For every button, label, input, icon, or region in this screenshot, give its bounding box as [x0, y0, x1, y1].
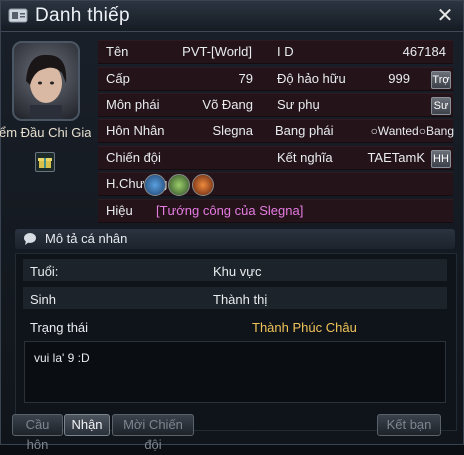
row-badges: H.Chương — [98, 172, 453, 196]
region-label: Khu vực — [213, 264, 262, 279]
avatar[interactable] — [12, 41, 80, 121]
marriage-label: Hôn Nhân — [106, 123, 165, 138]
team-label: Chiến đội — [106, 150, 161, 165]
friendship-label: Độ hảo hữu — [277, 71, 346, 86]
id-value: 467184 — [402, 44, 446, 59]
brother-label: Kết nghĩa — [277, 150, 333, 165]
title-label: Hiệu — [106, 203, 133, 218]
name-label: Tên — [106, 44, 129, 59]
description-title: Mô tả cá nhân — [45, 231, 128, 246]
name-value: PVT-[World] — [182, 44, 252, 59]
row-sect-master: Môn phái Võ Đang Sư phụ Sư — [98, 93, 453, 117]
brother-button[interactable]: HH — [431, 150, 451, 168]
badge-icon-green[interactable] — [168, 174, 190, 196]
sect-label: Môn phái — [106, 97, 160, 112]
business-card-window: Danh thiếp ✕ ểm Đầu Chi Giao Tên PVT-[Wo… — [0, 0, 464, 452]
age-label: Tuổi: — [30, 264, 59, 279]
badge-icon-blue[interactable] — [144, 174, 166, 196]
row-marriage-guild: Hôn Nhân Slegna Bang phái ○Wanted○Bang — [98, 119, 454, 143]
character-name: ểm Đầu Chi Giao — [0, 125, 91, 140]
add-friend-button[interactable]: Kết bạn — [377, 414, 441, 436]
birth-label: Sinh — [30, 292, 57, 307]
bio-box[interactable]: vui la' 9 :D — [24, 341, 446, 403]
guild-label: Bang phái — [275, 123, 334, 138]
accept-button[interactable]: Nhận — [64, 414, 110, 436]
friendship-value: 999 — [388, 71, 410, 86]
row-title: Hiệu [Tướng công của Slegna] — [98, 199, 453, 223]
gift-icon[interactable] — [35, 152, 55, 172]
badge-icon-orange[interactable] — [192, 174, 214, 196]
id-label: I D — [277, 44, 294, 59]
level-value: 79 — [238, 71, 253, 86]
city-label: Thành thị — [213, 292, 268, 307]
brother-value: TAETamK — [367, 150, 425, 165]
window-title: Danh thiếp — [35, 5, 130, 26]
row-name-id: Tên PVT-[World] I D 467184 — [98, 40, 453, 64]
invite-team-button[interactable]: Mời Chiến đội — [112, 414, 194, 452]
guild-value: ○Wanted○Bang — [370, 124, 454, 138]
master-label: Sư phụ — [277, 97, 320, 112]
card-icon — [8, 8, 28, 23]
title-value: [Tướng công của Slegna] — [156, 203, 304, 218]
avatar-image — [26, 54, 67, 119]
description-header: Mô tả cá nhân — [15, 229, 455, 249]
support-button[interactable]: Trợ — [431, 71, 451, 89]
level-label: Cấp — [106, 71, 130, 86]
bio-text: vui la' 9 :D — [34, 351, 90, 365]
speech-icon — [24, 233, 36, 245]
title-bar[interactable]: Danh thiếp ✕ — [1, 1, 463, 32]
propose-button[interactable]: Cầu hôn — [12, 414, 63, 452]
close-icon[interactable]: ✕ — [435, 6, 455, 26]
row-team-brother: Chiến đội Kết nghĩa TAETamK HH — [98, 146, 453, 170]
status-value: Thành Phúc Châu — [252, 320, 357, 335]
master-button[interactable]: Sư — [431, 97, 451, 115]
sect-value: Võ Đang — [202, 97, 253, 112]
row-level-friendship: Cấp 79 Độ hảo hữu 999 Trợ — [98, 67, 453, 91]
status-label: Trạng thái — [30, 320, 89, 335]
marriage-value: Slegna — [212, 123, 253, 138]
